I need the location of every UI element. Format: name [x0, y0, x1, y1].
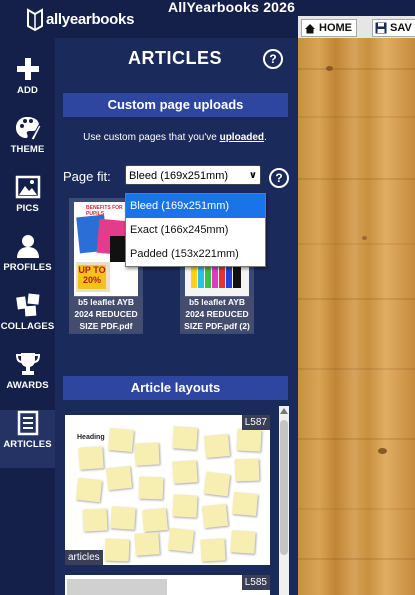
- option-bleed[interactable]: Bleed (169x251mm): [126, 194, 265, 218]
- panel-help-icon[interactable]: ?: [263, 49, 283, 69]
- trophy-icon: [15, 353, 40, 375]
- custom-uploads-header: Custom page uploads: [63, 93, 288, 117]
- plus-icon: [16, 58, 39, 80]
- save-icon: [375, 22, 387, 34]
- uploads-note-end: .: [264, 132, 267, 143]
- canvas-toolbar: HOME SAV: [298, 16, 415, 38]
- layout-code-badge: L587: [241, 415, 270, 430]
- option-exact[interactable]: Exact (166x245mm): [126, 218, 265, 242]
- rail-label-add: ADD: [17, 85, 38, 96]
- rail-item-articles[interactable]: ARTICLES: [0, 410, 55, 468]
- save-button[interactable]: SAV: [372, 19, 415, 37]
- save-label: SAV: [390, 22, 412, 34]
- uploads-note-text: Use custom pages that you've: [83, 132, 220, 143]
- layouts-scrollbar[interactable]: [279, 406, 289, 595]
- logo-text: allyearbooks: [46, 10, 135, 28]
- page-canvas-wood-background[interactable]: [298, 38, 415, 595]
- rail-item-add[interactable]: ADD: [0, 56, 55, 114]
- rail-label-awards: AWARDS: [6, 380, 49, 391]
- book-logo-icon: [27, 8, 43, 32]
- home-label: HOME: [319, 22, 352, 34]
- articles-panel: ARTICLES ? Custom page uploads Use custo…: [55, 38, 298, 595]
- layout-card-l587[interactable]: Heading L587 articles: [65, 415, 270, 565]
- page-fit-value: Bleed (169x251mm): [129, 170, 229, 182]
- panel-title: ARTICLES: [128, 48, 222, 68]
- rail-label-articles: ARTICLES: [3, 439, 52, 450]
- layout-code-badge: L585: [241, 575, 270, 590]
- page-fit-help-icon[interactable]: ?: [269, 168, 289, 188]
- rail-label-collages: COLLAGES: [0, 321, 55, 332]
- scroll-thumb[interactable]: [280, 420, 288, 555]
- home-icon: [305, 23, 315, 33]
- document-icon: [17, 410, 38, 436]
- promo-badge: UP TO 20%: [78, 265, 106, 289]
- option-padded[interactable]: Padded (153x221mm): [126, 242, 265, 266]
- app-logo[interactable]: allyearbooks: [26, 5, 134, 33]
- page-fit-select[interactable]: Bleed (169x251mm) ∨: [125, 165, 261, 185]
- rail-item-pics[interactable]: PICS: [0, 174, 55, 232]
- page-fit-label: Page fit:: [63, 169, 111, 184]
- rail-item-theme[interactable]: THEME: [0, 115, 55, 173]
- rail-label-pics: PICS: [16, 203, 39, 214]
- rail-label-profiles: PROFILES: [3, 262, 52, 273]
- thumbnail-caption: b5 leaflet AYB 2024 REDUCED SIZE PDF.pdf: [69, 296, 143, 332]
- collage-icon: [15, 293, 39, 317]
- left-rail: ADD THEME PICS PROFILES COLLAGES AWARDS …: [0, 38, 55, 595]
- rail-item-profiles[interactable]: PROFILES: [0, 233, 55, 291]
- uploaded-link[interactable]: uploaded: [220, 132, 264, 143]
- person-icon: [16, 235, 39, 258]
- uploads-note: Use custom pages that you've uploaded.: [55, 132, 295, 143]
- thumbnail-caption: b5 leaflet AYB 2024 REDUCED SIZE PDF.pdf…: [180, 296, 254, 332]
- layout-tag-badge: articles: [65, 550, 103, 565]
- article-layouts-header: Article layouts: [63, 376, 288, 400]
- image-icon: [15, 175, 40, 199]
- rail-item-collages[interactable]: COLLAGES: [0, 292, 55, 350]
- layout-heading-text: Heading: [77, 434, 105, 441]
- palette-icon: [15, 117, 41, 141]
- app-title: AllYearbooks 2026: [168, 0, 296, 15]
- chevron-down-icon: ∨: [248, 170, 257, 181]
- rail-label-theme: THEME: [10, 144, 45, 155]
- scroll-up-arrow-icon[interactable]: [280, 408, 288, 414]
- layout-card-l585[interactable]: L585: [65, 575, 270, 595]
- home-button[interactable]: HOME: [301, 19, 357, 37]
- rail-item-awards[interactable]: AWARDS: [0, 351, 55, 409]
- page-fit-dropdown: Bleed (169x251mm) Exact (166x245mm) Padd…: [125, 193, 266, 267]
